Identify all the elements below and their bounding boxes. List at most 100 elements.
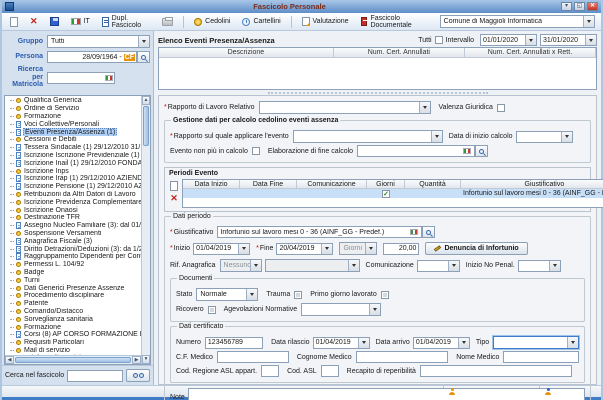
tree-item[interactable]: Iscrizione Onaosi [8,206,141,214]
tree-item[interactable]: Badge [8,269,141,277]
column-header[interactable]: Giorni [367,180,405,188]
valenza-giuridica-checkbox[interactable] [497,104,505,112]
tree-item[interactable]: Comando/Distacco [8,308,141,316]
cod-asl-input[interactable] [321,365,339,377]
tree-item[interactable]: Sospensione Versamenti [8,230,141,238]
tree-item[interactable]: Dati Generici Presenze Assenze [8,284,141,292]
chevron-down-icon[interactable] [585,35,596,45]
delete-button[interactable]: ✕ [28,15,40,29]
cognome-medico-input[interactable] [356,351,449,363]
data-arrivo-picker[interactable]: 01/04/2019 [413,337,470,349]
tutti-checkbox[interactable] [435,36,443,44]
tree-item[interactable]: Formazione [8,323,141,331]
tree-item[interactable]: Corsi (8) AP CORSO FORMAZIONE DEI LAVO [8,331,141,339]
note-textarea[interactable] [188,388,585,400]
column-header[interactable]: Data Fine [240,180,297,188]
chevron-down-icon[interactable] [358,338,369,348]
scrollbar-thumb[interactable] [143,106,149,146]
tree-horizontal-scrollbar[interactable]: ◀ ▶ [5,355,141,364]
trauma-checkbox[interactable] [294,291,302,299]
inizio-date-picker[interactable]: 01/04/2019 [193,243,250,255]
column-header[interactable]: Num. Cert. Annullati [334,48,465,57]
chevron-down-icon[interactable] [369,304,380,315]
matricola-input[interactable] [47,72,115,84]
cf-medico-input[interactable] [217,351,289,363]
add-periodo-button[interactable] [170,181,178,191]
tree-item[interactable]: Eventi Presenza/Assenza (1) [8,128,141,136]
language-button[interactable]: IT [69,15,92,29]
tipo-combobox-focused[interactable] [493,336,579,349]
column-header[interactable]: Giustificativo [461,180,603,188]
gruppo-combobox[interactable]: Tutti [47,35,150,48]
chevron-down-icon[interactable] [246,289,257,300]
tree-item[interactable]: Iscrizione Inps [8,167,141,175]
column-header[interactable]: Data Inizio [183,180,240,188]
chevron-down-icon[interactable] [583,16,594,27]
recapito-input[interactable] [420,365,572,377]
scroll-down-arrow[interactable]: ▼ [142,355,150,364]
agevolazioni-combobox[interactable] [301,303,381,316]
tree-item[interactable]: Ordine di Servizio [8,105,141,113]
date-to-picker[interactable]: 31/01/2020 [540,34,597,46]
giorni-checkbox[interactable] [382,190,390,198]
new-button[interactable] [8,15,20,29]
scrollbar-thumb[interactable] [15,357,131,363]
column-header[interactable]: Descrizione [159,48,334,57]
chevron-down-icon[interactable] [419,102,430,113]
chevron-down-icon[interactable] [321,244,332,254]
scroll-left-arrow[interactable]: ◀ [5,356,14,364]
tree-item[interactable]: Mail di servizio [8,347,141,355]
chevron-down-icon[interactable] [458,338,469,348]
scroll-up-arrow[interactable]: ▲ [142,96,150,105]
chevron-down-icon[interactable] [567,337,578,348]
stato-combobox[interactable]: Normale [196,288,258,301]
tree-item[interactable]: Iscrizione Iscrizione Previdenziale (1) … [8,152,141,160]
matricola-text-input[interactable] [48,74,105,81]
periodo-row-selected[interactable]: Infortunio sul lavoro mesi 0 - 36 (AINF_… [183,189,603,198]
tree-item[interactable]: Cessioni e Debiti [8,136,141,144]
column-header[interactable]: Quantità [405,180,461,188]
tree-item[interactable]: Voci Collettive/Personali [8,120,141,128]
tree-item[interactable]: Procedimento disciplinare [8,292,141,300]
tree-item[interactable]: Tessera Sindacale (1) 29/12/2010 31/12/2… [8,144,141,152]
cartellini-button[interactable]: Cartellini [240,15,282,29]
tree-item[interactable]: Requisiti Particolari [8,339,141,347]
tree-item[interactable]: Anagrafica Fiscale (3) [8,237,141,245]
chevron-down-icon[interactable] [431,131,442,142]
tree-item[interactable]: Iscrizione Pensione (1) 29/12/2010 AZIEN… [8,183,141,191]
numero-input[interactable]: 123456789 [205,337,263,349]
tree-item[interactable]: Formazione [8,113,141,121]
elaborazione-search-button[interactable] [475,145,488,157]
cedolini-button[interactable]: Cedolini [192,15,232,29]
chevron-down-icon[interactable] [448,261,459,271]
inizio-no-penal-picker[interactable] [518,260,561,272]
evento-non-piu-checkbox[interactable] [252,147,260,155]
primo-giorno-checkbox[interactable] [381,291,389,299]
table-empty-body[interactable] [159,58,596,89]
chevron-down-icon[interactable] [525,35,536,45]
valutazione-button[interactable]: Valutazione [300,15,351,29]
tree-item[interactable]: Patente [8,300,141,308]
rapporto-relativo-combobox[interactable] [259,101,431,114]
persona-field[interactable]: 28/09/1964 - CF [47,51,137,63]
tree-item[interactable]: Qualifica Generica [8,97,141,105]
tree-item[interactable]: Permessi L. 104/92 [8,261,141,269]
ente-combobox[interactable]: Comune di Maggioli Informatica [440,15,595,28]
data-inizio-calcolo-picker[interactable] [516,131,573,143]
column-header[interactable]: Num. Cert. Annullati x Rett. [465,48,596,57]
duplica-fascicolo-button[interactable]: Dupl. Fascicolo [100,15,153,29]
save-button[interactable] [48,15,61,29]
tree-item[interactable]: Diritto Detrazioni/Deduzioni (3): da 1/2… [8,245,141,253]
giustificativo-search-button[interactable] [422,226,435,238]
tree-item[interactable]: Iscrizione Irap (1) 29/12/2010 AZIENDA 1… [8,175,141,183]
quantita-input[interactable]: 20,00 [383,243,419,255]
maximize-button[interactable]: ◱ [574,2,585,11]
fine-date-picker[interactable]: 20/04/2019 [276,243,333,255]
cod-regione-input[interactable] [261,365,279,377]
persona-search-button[interactable] [137,51,150,63]
giustificativo-input[interactable]: Infortunio sul lavoro mesi 0 - 36 (AINF_… [217,226,422,238]
nome-medico-input[interactable] [503,351,579,363]
comunicazione-picker[interactable] [417,260,460,272]
tree-item[interactable]: Turni [8,276,141,284]
cerca-text-input[interactable] [68,372,122,379]
